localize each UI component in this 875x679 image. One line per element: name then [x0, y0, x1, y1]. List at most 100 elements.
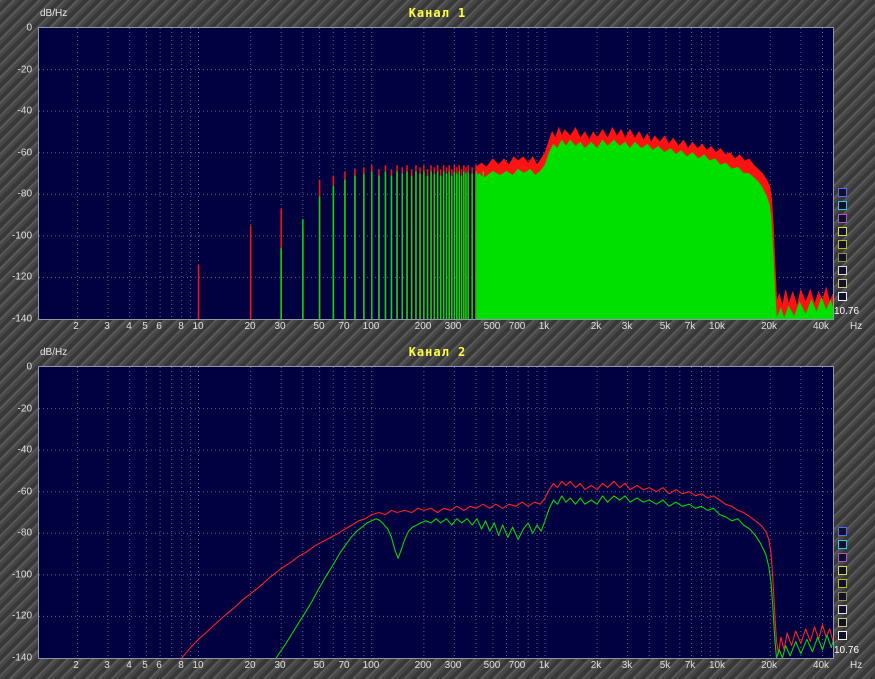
- x-tick-label: 2: [73, 321, 79, 332]
- x-tick-label: 8: [178, 660, 184, 671]
- x-tick-label: 3k: [621, 321, 633, 332]
- x-tick-label: 1k: [538, 660, 550, 671]
- overlay-slot-swatch[interactable]: [838, 527, 847, 536]
- y-tick-label: -80: [17, 527, 32, 539]
- x-tick-label: 100: [362, 321, 380, 332]
- y-tick-label: -80: [17, 188, 32, 200]
- x-tick-label: 6: [156, 660, 162, 671]
- x-tick-label: 200: [414, 660, 432, 671]
- x-tick-label: 300: [444, 660, 462, 671]
- x-tick-label: 1k: [538, 321, 550, 332]
- x-tick-label: 6: [156, 321, 162, 332]
- x-tick-label: 5k: [659, 321, 671, 332]
- y-axis-labels: 0 -20 -40 -60 -80 -100 -120 -140: [2, 23, 34, 325]
- y-axis-unit-label: dB/Hz: [40, 347, 68, 358]
- x-tick-label: 20: [244, 321, 256, 332]
- x-tick-label: 10: [192, 660, 204, 671]
- y-axis-unit-label: dB/Hz: [40, 8, 68, 19]
- y-tick-label: -40: [17, 444, 32, 456]
- overlay-slot-swatch[interactable]: [838, 566, 847, 575]
- x-tick-label: 4: [126, 660, 132, 671]
- x-tick-label: 5k: [659, 660, 671, 671]
- overlay-slot-swatch[interactable]: [838, 266, 847, 275]
- spectrum-plot-channel-2[interactable]: [38, 366, 834, 659]
- x-tick-label: 3: [104, 660, 110, 671]
- y-axis-labels: 0 -20 -40 -60 -80 -100 -120 -140: [2, 362, 34, 664]
- y-tick-label: -20: [17, 403, 32, 415]
- x-tick-label: 70: [338, 660, 350, 671]
- x-tick-label: 40k: [812, 660, 830, 671]
- x-tick-label: 2k: [590, 660, 602, 671]
- channel-2-panel: Канал 2 dB/Hz 0 -20 -40 -60 -80 -100 -120 -140 …: [2, 341, 873, 677]
- spectrum-plot-channel-1[interactable]: [38, 27, 834, 320]
- x-tick-label: 500: [483, 660, 501, 671]
- y-tick-label: -60: [17, 486, 32, 498]
- overlay-slot-swatch[interactable]: [838, 618, 847, 627]
- overlay-slot-swatch[interactable]: [838, 201, 847, 210]
- x-tick-label: 70: [338, 321, 350, 332]
- x-tick-label: 8: [178, 321, 184, 332]
- x-tick-label: 50: [313, 321, 325, 332]
- overlay-slot-swatch[interactable]: [838, 227, 847, 236]
- x-tick-label: 200: [414, 321, 432, 332]
- overlay-slot-swatch[interactable]: [838, 279, 847, 288]
- y-tick-label: -60: [17, 147, 32, 159]
- y-tick-label: -100: [11, 230, 32, 242]
- x-tick-label: 100: [362, 660, 380, 671]
- overlay-legend: [838, 527, 850, 644]
- x-tick-label: 10k: [708, 321, 726, 332]
- x-tick-label: 7k: [684, 660, 696, 671]
- overlay-slot-swatch[interactable]: [838, 631, 847, 640]
- x-tick-label: 2k: [590, 321, 602, 332]
- overlay-slot-swatch[interactable]: [838, 253, 847, 262]
- x-tick-label: 2: [73, 660, 79, 671]
- x-tick-label: 50: [313, 660, 325, 671]
- x-tick-label: 20: [244, 660, 256, 671]
- x-tick-label: 5: [142, 321, 148, 332]
- x-tick-label: 3: [104, 321, 110, 332]
- overlay-slot-swatch[interactable]: [838, 540, 847, 549]
- y-tick-label: -120: [11, 610, 32, 622]
- overlay-slot-swatch[interactable]: [838, 188, 847, 197]
- x-tick-label: 500: [483, 321, 501, 332]
- y-tick-label: -20: [17, 64, 32, 76]
- x-axis-labels: 2 3 4 5 6 8 10 20 30 50 70 100 200 300 500 700 1k 2k 3k 5k 7…: [38, 660, 872, 674]
- readout-value: 10.76: [834, 306, 860, 317]
- x-tick-label: 10k: [708, 660, 726, 671]
- x-tick-label: 30: [274, 660, 286, 671]
- x-tick-label: 300: [444, 321, 462, 332]
- channel-1-panel: Канал 1 dB/Hz 0 -20 -40 -60 -80 -100 -120 -140 …: [2, 2, 873, 338]
- y-tick-label: -100: [11, 569, 32, 581]
- x-tick-label: 10: [192, 321, 204, 332]
- x-tick-label: 3k: [621, 660, 633, 671]
- y-tick-label: -140: [11, 313, 32, 325]
- x-axis-unit-label: Hz: [850, 321, 863, 332]
- overlay-slot-swatch[interactable]: [838, 592, 847, 601]
- x-tick-label: 5: [142, 660, 148, 671]
- x-tick-label: 700: [508, 321, 526, 332]
- x-tick-label: 7k: [684, 321, 696, 332]
- overlay-slot-swatch[interactable]: [838, 292, 847, 301]
- overlay-slot-swatch[interactable]: [838, 214, 847, 223]
- overlay-slot-swatch[interactable]: [838, 240, 847, 249]
- y-tick-label: -120: [11, 271, 32, 283]
- y-tick-label: 0: [26, 22, 32, 34]
- x-tick-label: 30: [274, 321, 286, 332]
- overlay-legend: [838, 188, 850, 305]
- spectrum-analyzer-window: Канал 1 dB/Hz 0 -20 -40 -60 -80 -100 -120 -140 …: [0, 0, 875, 679]
- y-tick-label: -40: [17, 105, 32, 117]
- x-tick-label: 700: [508, 660, 526, 671]
- x-tick-label: 4: [126, 321, 132, 332]
- y-tick-label: -140: [11, 652, 32, 664]
- x-tick-label: 40k: [812, 321, 830, 332]
- panel-title: Канал 2: [408, 345, 467, 359]
- x-tick-label: 20k: [760, 660, 778, 671]
- panel-title: Канал 1: [408, 6, 467, 20]
- x-axis-unit-label: Hz: [850, 660, 863, 671]
- readout-value: 10.76: [834, 645, 860, 656]
- overlay-slot-swatch[interactable]: [838, 579, 847, 588]
- y-tick-label: 0: [26, 361, 32, 373]
- overlay-slot-swatch[interactable]: [838, 553, 847, 562]
- overlay-slot-swatch[interactable]: [838, 605, 847, 614]
- x-axis-labels: 2 3 4 5 6 8 10 20 30 50 70 100 200 300 500 700 1k 2k 3k 5k 7…: [38, 321, 872, 335]
